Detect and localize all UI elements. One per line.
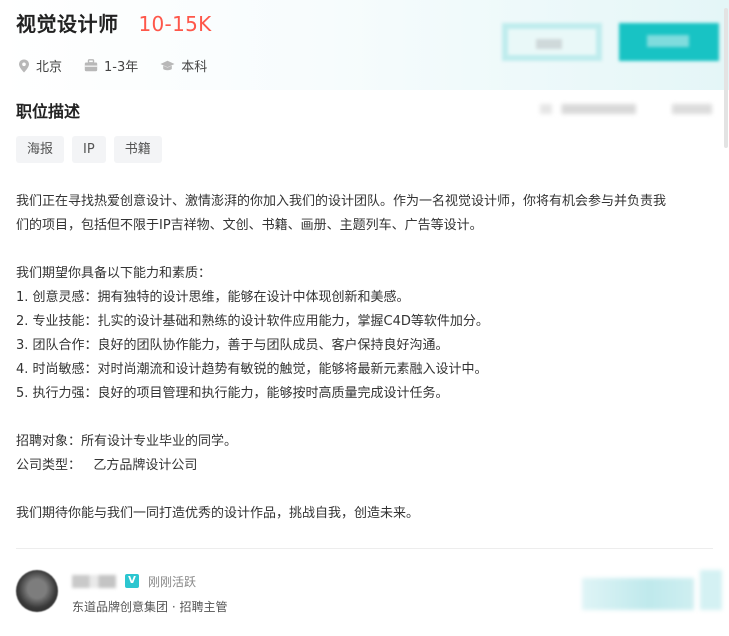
job-meta: 北京 1-3年 本科 xyxy=(18,56,229,75)
blurred-text xyxy=(672,104,712,114)
company-type-label: 公司类型： xyxy=(16,458,82,473)
description-intro: 们的项目，包括但不限于IP吉祥物、文创、书籍、画册、主题列车、广告等设计。 xyxy=(16,218,483,233)
tag-item: IP xyxy=(72,136,106,163)
tag-list: 海报 IP 书籍 xyxy=(16,136,170,163)
requirement-item: 4. 时尚敏感：对时尚潮流和设计趋势有敏锐的触觉，能够将最新元素融入设计中。 xyxy=(16,362,488,377)
job-header: 视觉设计师 10-15K xyxy=(16,8,212,37)
company-type-line: 公司类型： 乙方品牌设计公司 xyxy=(16,454,716,478)
requirement-item: 2. 专业技能：扎实的设计基础和熟练的设计软件应用能力，掌握C4D等软件加分。 xyxy=(16,314,489,329)
job-description: 我们正在寻找热爱创意设计、激情澎湃的你加入我们的设计团队。作为一名视觉设计师，你… xyxy=(16,190,716,526)
blurred-outline-button[interactable] xyxy=(502,23,602,61)
blurred-element xyxy=(700,570,722,610)
blurred-text xyxy=(540,104,660,114)
tag-item: 海报 xyxy=(16,136,65,163)
verified-badge-icon: V xyxy=(125,574,139,588)
meta-experience: 1-3年 xyxy=(84,56,138,75)
job-title: 视觉设计师 xyxy=(16,12,119,36)
recruiter-company: 东道品牌创意集团 · 招聘主管 xyxy=(72,600,228,614)
meta-location: 北京 xyxy=(18,56,62,75)
requirement-item: 5. 执行力强：良好的项目管理和执行能力，能够按时高质量完成设计任务。 xyxy=(16,386,449,401)
education-text: 本科 xyxy=(181,60,208,75)
company-type-value: 乙方品牌设计公司 xyxy=(93,458,198,473)
location-pin-icon xyxy=(19,59,29,72)
scrollbar[interactable] xyxy=(724,8,728,148)
divider xyxy=(16,548,713,549)
requirement-item: 1. 创意灵感：拥有独特的设计思维，能够在设计中体现创新和美感。 xyxy=(16,290,410,305)
active-status: 刚刚活跃 xyxy=(148,575,197,589)
section-title: 职位描述 xyxy=(16,102,81,121)
tag-item: 书籍 xyxy=(113,136,162,163)
experience-text: 1-3年 xyxy=(104,60,139,75)
job-salary: 10-15K xyxy=(138,12,212,36)
target-line: 招聘对象：所有设计专业毕业的同学。 xyxy=(16,434,238,449)
recruiter-name xyxy=(72,575,116,588)
avatar[interactable] xyxy=(16,570,58,612)
graduation-cap-icon xyxy=(160,60,175,70)
description-intro: 我们正在寻找热爱创意设计、激情澎湃的你加入我们的设计团队。作为一名视觉设计师，你… xyxy=(16,194,667,209)
requirement-item: 3. 团队合作：良好的团队协作能力，善于与团队成员、客户保持良好沟通。 xyxy=(16,338,449,353)
location-text: 北京 xyxy=(36,60,63,75)
blurred-chat-button[interactable] xyxy=(582,578,694,610)
meta-education: 本科 xyxy=(160,56,207,75)
requirements-title: 我们期望你具备以下能力和素质： xyxy=(16,266,212,281)
closing-line: 我们期待你能与我们一同打造优秀的设计作品，挑战自我，创造未来。 xyxy=(16,506,420,521)
briefcase-icon xyxy=(84,59,98,72)
blurred-apply-button[interactable] xyxy=(619,23,719,61)
